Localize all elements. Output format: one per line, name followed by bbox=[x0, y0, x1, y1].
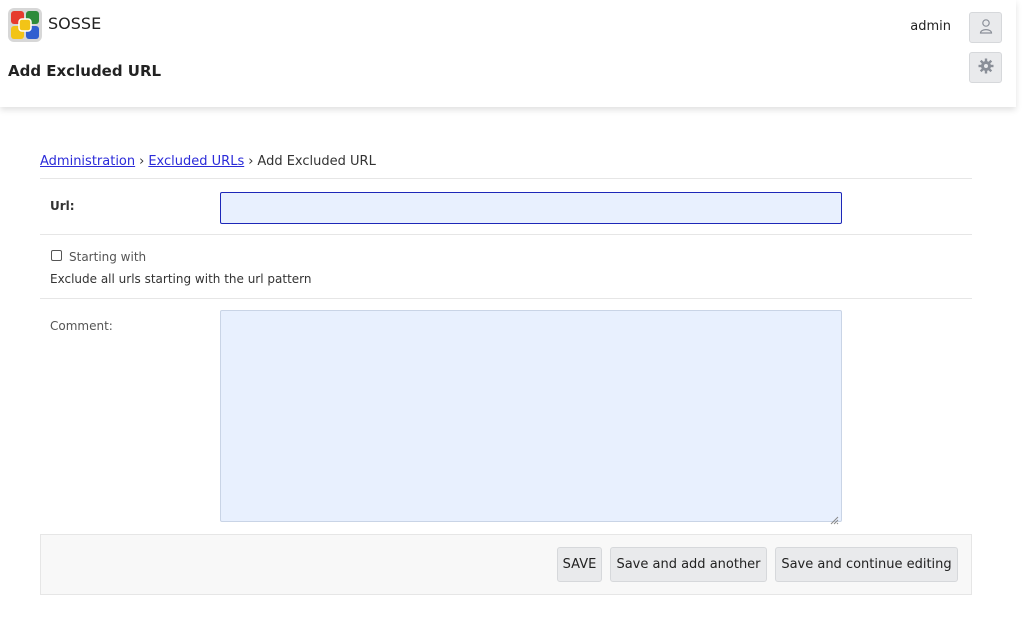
starting-with-label[interactable]: Starting with bbox=[69, 250, 146, 264]
user-menu-button[interactable] bbox=[969, 12, 1002, 43]
submit-row: SAVE Save and add another Save and conti… bbox=[40, 534, 972, 595]
starting-with-row: Starting with Exclude all urls starting … bbox=[40, 234, 972, 299]
save-button[interactable]: SAVE bbox=[557, 547, 602, 582]
comment-label: Comment: bbox=[50, 319, 113, 333]
breadcrumb-separator: › bbox=[248, 154, 254, 169]
save-and-continue-button[interactable]: Save and continue editing bbox=[775, 547, 958, 582]
sosse-logo[interactable] bbox=[8, 8, 42, 42]
url-row: Url: bbox=[40, 178, 972, 235]
page-title: Add Excluded URL bbox=[8, 62, 162, 80]
breadcrumb-administration[interactable]: Administration bbox=[40, 154, 135, 169]
url-input[interactable] bbox=[220, 192, 842, 224]
resize-grip-icon[interactable] bbox=[830, 510, 839, 525]
starting-with-help: Exclude all urls starting with the url p… bbox=[50, 272, 312, 286]
starting-with-checkbox[interactable] bbox=[51, 250, 62, 261]
breadcrumb: Administration › Excluded URLs › Add Exclude… bbox=[40, 154, 376, 169]
save-and-add-another-button[interactable]: Save and add another bbox=[610, 547, 767, 582]
comment-row: Comment: bbox=[40, 298, 972, 535]
url-label: Url: bbox=[50, 199, 75, 213]
breadcrumb-current: Add Excluded URL bbox=[257, 154, 376, 169]
top-header: SOSSE Add Excluded URL admin bbox=[0, 0, 1016, 107]
gear-icon bbox=[978, 58, 994, 78]
breadcrumb-separator: › bbox=[139, 154, 145, 169]
breadcrumb-excluded-urls[interactable]: Excluded URLs bbox=[148, 154, 244, 169]
username: admin bbox=[910, 19, 951, 34]
settings-button[interactable] bbox=[969, 52, 1002, 83]
comment-textarea[interactable] bbox=[220, 310, 842, 525]
user-icon bbox=[979, 18, 993, 38]
app-name[interactable]: SOSSE bbox=[48, 14, 101, 33]
